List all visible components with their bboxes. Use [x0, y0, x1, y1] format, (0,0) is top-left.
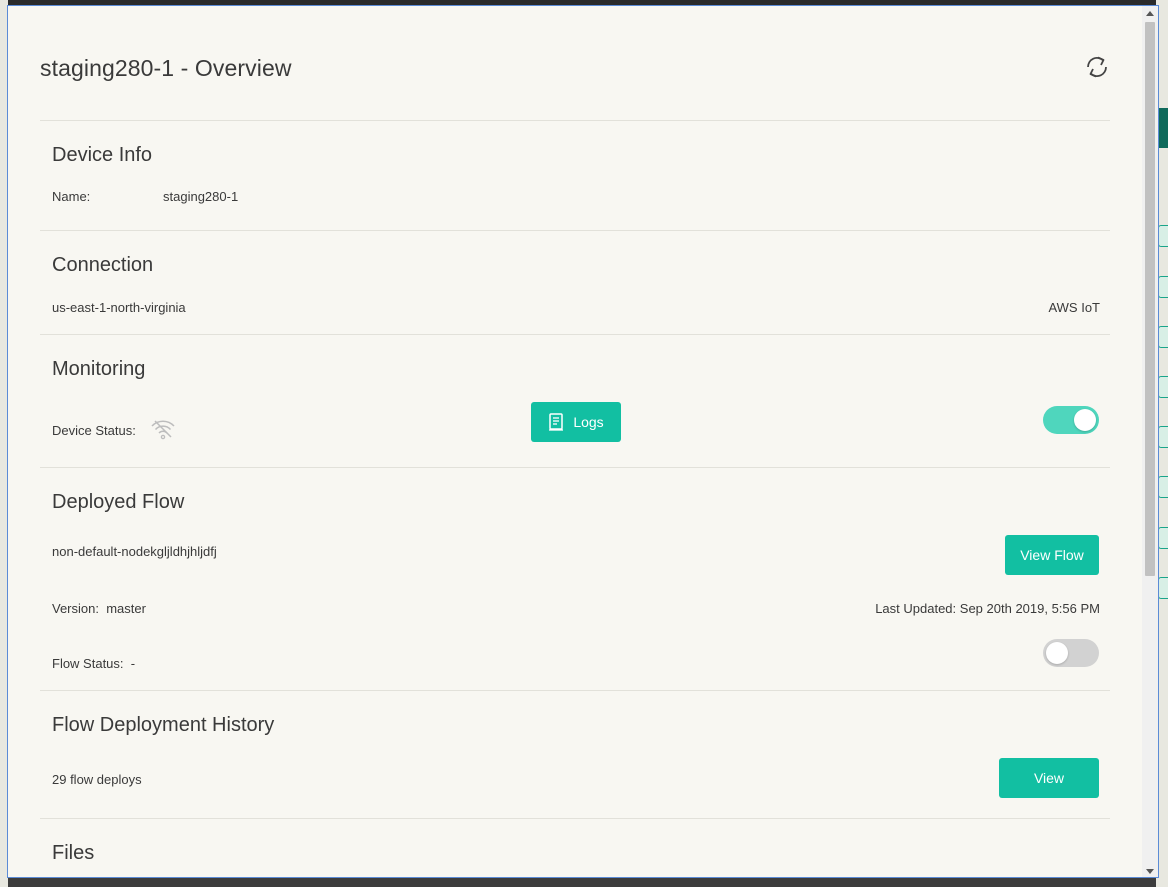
connection-region: us-east-1-north-virginia: [52, 300, 186, 315]
device-status-label: Device Status:: [52, 423, 136, 438]
view-history-button[interactable]: View: [999, 758, 1099, 798]
scrollbar-thumb[interactable]: [1145, 22, 1155, 576]
last-updated-label: Last Updated:: [875, 601, 957, 616]
document-icon: [549, 413, 564, 431]
flow-status-info: Flow Status: -: [52, 656, 135, 671]
toggle-knob: [1046, 642, 1068, 664]
divider: [40, 230, 1110, 231]
scrollbar[interactable]: [1142, 6, 1158, 877]
divider: [40, 467, 1110, 468]
flow-status-toggle[interactable]: [1043, 639, 1099, 667]
flow-status-label: Flow Status:: [52, 656, 124, 671]
background-row-marker: [1158, 276, 1168, 298]
section-title-connection: Connection: [52, 254, 154, 276]
flow-name: non-default-nodekgljldhjhljdfj: [52, 544, 217, 559]
background-row-marker: [1158, 326, 1168, 348]
flow-status-value: -: [130, 656, 136, 671]
scroll-down-arrow[interactable]: [1146, 869, 1154, 874]
logs-button[interactable]: Logs: [531, 402, 621, 442]
divider: [40, 690, 1110, 691]
toggle-knob: [1074, 409, 1096, 431]
divider: [40, 818, 1110, 819]
refresh-button[interactable]: [1084, 53, 1110, 81]
wifi-off-icon: [151, 420, 175, 440]
background-row-marker: [1158, 527, 1168, 549]
name-value: staging280-1: [163, 189, 239, 204]
background-row-marker: [1158, 376, 1168, 398]
divider: [40, 120, 1110, 121]
divider: [40, 334, 1110, 335]
page-title: staging280-1 - Overview: [40, 55, 292, 81]
section-title-deployed-flow: Deployed Flow: [52, 491, 185, 513]
background-row-marker: [1158, 476, 1168, 498]
scroll-up-arrow[interactable]: [1146, 11, 1154, 16]
name-label: Name:: [52, 189, 91, 204]
background-row-marker: [1158, 577, 1168, 599]
version-value: master: [106, 601, 146, 616]
device-overview-modal: staging280-1 - Overview Device Info Name…: [7, 5, 1159, 878]
section-title-monitoring: Monitoring: [52, 358, 146, 380]
version-label: Version:: [52, 601, 99, 616]
section-title-device-info: Device Info: [52, 144, 153, 166]
background-row-marker: [1158, 225, 1168, 247]
section-title-files: Files: [52, 842, 95, 864]
last-updated-value: Sep 20th 2019, 5:56 PM: [959, 601, 1100, 616]
section-title-flow-history: Flow Deployment History: [52, 714, 275, 736]
flow-deploys-count: 29 flow deploys: [52, 772, 142, 787]
refresh-icon: [1087, 56, 1107, 78]
monitoring-toggle[interactable]: [1043, 406, 1099, 434]
logs-button-label: Logs: [573, 414, 604, 430]
version-info: Version: master: [52, 601, 146, 616]
background-row-marker: [1158, 426, 1168, 448]
connection-provider: AWS IoT: [1048, 300, 1100, 315]
last-updated-info: Last Updated: Sep 20th 2019, 5:56 PM: [875, 601, 1100, 616]
view-flow-button[interactable]: View Flow: [1005, 535, 1099, 575]
modal-content: staging280-1 - Overview Device Info Name…: [8, 6, 1144, 877]
